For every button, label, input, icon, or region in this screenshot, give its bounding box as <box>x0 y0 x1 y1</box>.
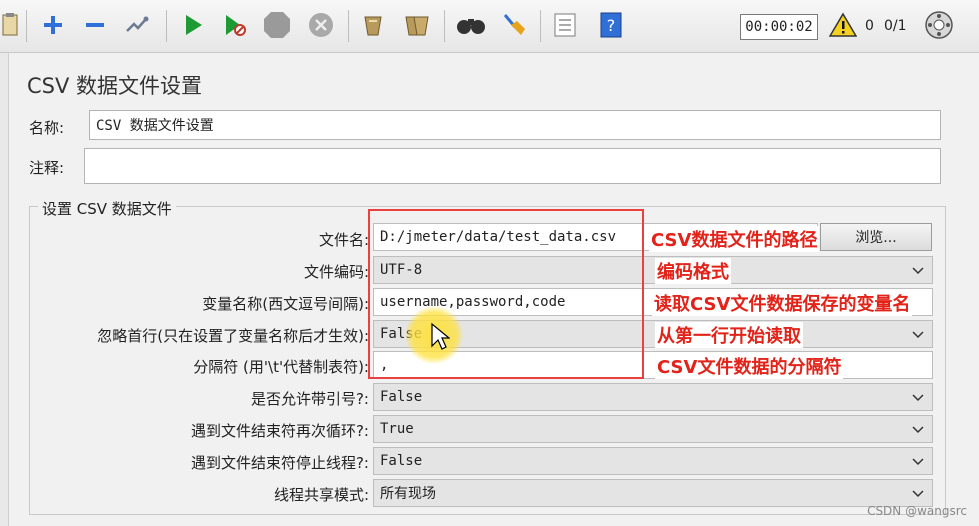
annotation-delimiter: CSV文件数据的分隔符 <box>655 353 844 379</box>
recycle-on-eof-value: True <box>380 421 414 437</box>
add-icon[interactable] <box>36 8 70 42</box>
stop-icon[interactable] <box>260 8 294 42</box>
warning-icon[interactable] <box>826 8 860 42</box>
remote-status-icon[interactable] <box>922 8 956 42</box>
active-threads: 0/1 <box>884 18 907 34</box>
annotation-box <box>368 209 644 379</box>
browse-button[interactable]: 浏览... <box>820 223 932 251</box>
toolbar: ? 00:00:02 0 0/1 <box>0 0 979 53</box>
shutdown-icon[interactable] <box>304 8 338 42</box>
watermark: CSDN @wangsrc <box>867 504 967 518</box>
clear-icon[interactable] <box>356 8 390 42</box>
allow-quoted-select[interactable]: False <box>373 383 933 411</box>
encoding-label: 文件编码: <box>303 263 369 281</box>
search-binoculars-icon[interactable] <box>454 8 488 42</box>
comment-label: 注释: <box>29 159 65 177</box>
clear-all-icon[interactable] <box>400 8 434 42</box>
page-title: CSV 数据文件设置 <box>27 74 203 98</box>
warning-count: 0 <box>865 18 874 34</box>
recycle-on-eof-select[interactable]: True <box>373 415 933 443</box>
tree-panel-edge <box>0 53 9 526</box>
chevron-down-icon <box>912 331 924 339</box>
chevron-down-icon <box>912 426 924 434</box>
sharing-mode-select[interactable]: 所有现场 <box>373 479 933 507</box>
annotation-encoding: 编码格式 <box>655 258 731 284</box>
remove-icon[interactable] <box>78 8 112 42</box>
start-no-pause-icon[interactable] <box>218 8 252 42</box>
group-title: 设置 CSV 数据文件 <box>38 198 176 219</box>
chevron-down-icon <box>912 490 924 498</box>
toolbar-separator <box>540 10 541 42</box>
toolbar-separator <box>348 10 349 42</box>
chevron-down-icon <box>912 394 924 402</box>
stop-thread-on-eof-select[interactable]: False <box>373 447 933 475</box>
stop-thread-on-eof-label: 遇到文件结束符停止线程?: <box>190 454 369 472</box>
start-icon[interactable] <box>176 8 210 42</box>
stop-thread-on-eof-value: False <box>380 453 423 469</box>
toolbar-separator <box>444 10 445 42</box>
sharing-mode-label: 线程共享模式: <box>273 486 369 504</box>
recycle-on-eof-label: 遇到文件结束符再次循环?: <box>190 422 369 440</box>
varnames-label: 变量名称(西文逗号间隔): <box>202 295 369 313</box>
comment-input[interactable] <box>84 148 941 184</box>
function-list-icon[interactable] <box>548 8 582 42</box>
elapsed-timer: 00:00:02 <box>740 14 818 40</box>
annotation-path: CSV数据文件的路径 <box>649 226 820 252</box>
svg-text:?: ? <box>607 16 616 35</box>
filename-label: 文件名: <box>318 231 369 249</box>
help-icon[interactable]: ? <box>594 8 628 42</box>
clipboard-icon[interactable] <box>0 8 28 42</box>
toolbar-separator <box>26 10 27 42</box>
reset-broom-icon[interactable] <box>496 8 530 42</box>
name-input[interactable]: CSV 数据文件设置 <box>89 110 941 140</box>
toolbar-separator <box>166 10 167 42</box>
delimiter-label: 分隔符 (用'\t'代替制表符): <box>193 358 369 376</box>
annotation-varnames: 读取CSV文件数据保存的变量名 <box>652 290 913 316</box>
annotation-first-line: 从第一行开始读取 <box>655 322 803 348</box>
ignore-first-line-label: 忽略首行(只在设置了变量名称后才生效): <box>97 327 369 345</box>
toggle-icon[interactable] <box>120 8 154 42</box>
allow-quoted-label: 是否允许带引号?: <box>250 390 369 408</box>
sharing-mode-value: 所有现场 <box>380 486 436 502</box>
name-label: 名称: <box>29 119 65 137</box>
chevron-down-icon <box>912 458 924 466</box>
allow-quoted-value: False <box>380 389 423 405</box>
chevron-down-icon <box>912 267 924 275</box>
